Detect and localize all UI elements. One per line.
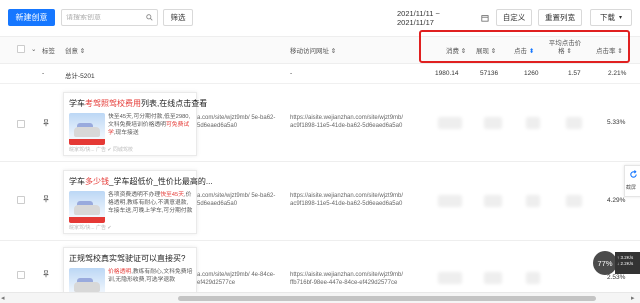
blurred-clicks [526,195,540,207]
blurred-clicks [526,117,540,129]
summary-ctr: 2.21% [608,70,627,77]
creative-preview-card[interactable]: 学车多少钱_学车超低价_性价比最高的... 各项资费透明不办理快至45天,价格透… [63,170,213,234]
creative-meta: 皖家驾/快... 广告 ✔ 同城驾校 [69,147,133,153]
blurred-impressions [484,117,502,129]
row-ctr: 5.33% [607,119,626,126]
scroll-right-icon[interactable]: ▸ [631,294,635,302]
summary-spend: 1980.14 [435,70,459,77]
url-truncated: a.com/site/wjzt9mb/ 5e-ba62-5d6eaed6a5a0 [197,115,276,129]
performance-badge[interactable]: 77% [593,251,617,275]
pin-icon[interactable] [42,119,50,127]
search-icon[interactable] [146,14,153,21]
url-truncated: a.com/site/wjzt9mb/ 4e-84ce-ef429d2577ce [197,272,276,286]
blurred-impressions [484,272,502,284]
chevron-down-icon: ▾ [618,15,622,21]
blurred-clicks [526,272,540,284]
custom-columns-button[interactable]: 自定义 [496,9,532,26]
horizontal-scrollbar[interactable]: ◂ ▸ [0,292,640,303]
scroll-left-icon[interactable]: ◂ [1,294,5,302]
blurred-spend [438,272,462,284]
scrollbar-thumb[interactable] [178,296,596,301]
header-tag: 标签 [42,48,55,55]
creative-preview-card[interactable]: 学车考驾照驾校费用列表,在线点击查看 快至45天,可分期付款,低至2980,文科… [63,92,207,156]
creative-description: 快至45天,可分期付款,低至2980,文科免费培训价格透明可免费试学,现车接送 [108,114,191,136]
search-box[interactable] [61,9,158,26]
header-mobile-url[interactable]: 移动访问网址 ⇕ [290,45,336,55]
download-speed: ↓ 2.2K/s [617,261,634,266]
creative-preview-card[interactable]: 正规驾校真实驾驶证可以直接买? 价格透明,教练有耐心,文科免费培训,无隐形收费,… [63,247,197,300]
date-range-picker[interactable]: 2021/11/11 ~ 2021/11/17 [397,8,489,27]
search-input[interactable] [66,14,146,21]
mobile-url[interactable]: https://aisite.wejianzhan.com/site/wjzt9… [290,114,410,130]
creative-thumbnail [69,191,105,223]
calendar-icon [481,14,489,22]
blurred-spend [438,195,462,207]
header-dropdown-icon[interactable]: ⌄ [31,45,36,53]
table-row[interactable]: 学车考驾照驾校费用列表,在线点击查看 快至45天,可分期付款,低至2980,文科… [0,84,640,162]
blurred-impressions [484,195,502,207]
summary-clicks: 1260 [524,70,539,77]
blurred-spend [438,117,462,129]
summary-impressions: 57136 [480,70,499,77]
header-creative[interactable]: 创意 ⇕ [65,45,85,55]
mobile-url[interactable]: https://aisite.wejianzhan.com/site/wjzt9… [290,192,410,208]
pin-icon[interactable] [42,270,50,278]
table-row[interactable]: 正规驾校真实驾驶证可以直接买? 价格透明,教练有耐心,文科免费培训,无隐形收费,… [0,241,640,300]
summary-label: 总计-5201 [65,73,95,80]
mobile-url[interactable]: https://aisite.wejianzhan.com/site/wjzt9… [290,271,410,287]
url-truncated: a.com/site/wjzt9mb/ 5e-ba62-5d6eaed6a5a0 [197,193,276,207]
screenshot-side-widget[interactable]: 截屏 [624,165,640,197]
creative-meta: 皖家驾/快... 广告 ✔ [69,225,112,231]
row-checkbox[interactable] [17,196,25,204]
creative-description: 价格透明,教练有耐心,文科免费培训,无隐形收费,可选学退款 [108,269,193,283]
pin-icon[interactable] [42,195,50,203]
filter-button[interactable]: 筛选 [163,9,193,26]
row-ctr: 4.29% [607,197,626,204]
row-checkbox[interactable] [17,271,25,279]
creative-title: 学车多少钱_学车超低价_性价比最高的... [69,177,213,186]
side-widget-label: 截屏 [626,185,637,191]
metrics-highlight-box [419,30,630,63]
row-ctr: 2.53% [607,274,626,281]
summary-url-dash: - [290,70,293,77]
date-range-text: 2021/11/11 ~ 2021/11/17 [397,8,440,27]
select-all-checkbox[interactable] [17,45,25,53]
new-creative-button[interactable]: 新建创意 [8,9,55,26]
toolbar: 新建创意 筛选 2021/11/11 ~ 2021/11/17 自定义 重置列宽… [0,0,640,34]
summary-row: - 总计-5201 - 1980.14 57136 1260 1.57 2.21… [0,63,640,84]
row-checkbox[interactable] [17,120,25,128]
download-button[interactable]: 下载 ▾ [590,9,632,26]
network-speed-panel: ↑ 3.2K/s ↓ 2.2K/s [615,252,640,274]
summary-dash: - [42,70,45,77]
refresh-icon [630,170,637,178]
blurred-cpc [566,117,582,129]
creative-title: 学车考驾照驾校费用列表,在线点击查看 [69,99,208,108]
creative-thumbnail [69,113,105,145]
download-label: 下载 [599,13,615,22]
creative-title: 正规驾校真实驾驶证可以直接买? [69,254,186,263]
table-row[interactable]: 学车多少钱_学车超低价_性价比最高的... 各项资费透明不办理快至45天,价格透… [0,162,640,241]
reset-column-width-button[interactable]: 重置列宽 [538,9,582,26]
creative-description: 各项资费透明不办理快至45天,价格透明,教练有耐心,不满意退款,车接车送,可晚上… [108,192,193,214]
summary-avg-cpc: 1.57 [568,70,581,77]
blurred-cpc [566,195,582,207]
